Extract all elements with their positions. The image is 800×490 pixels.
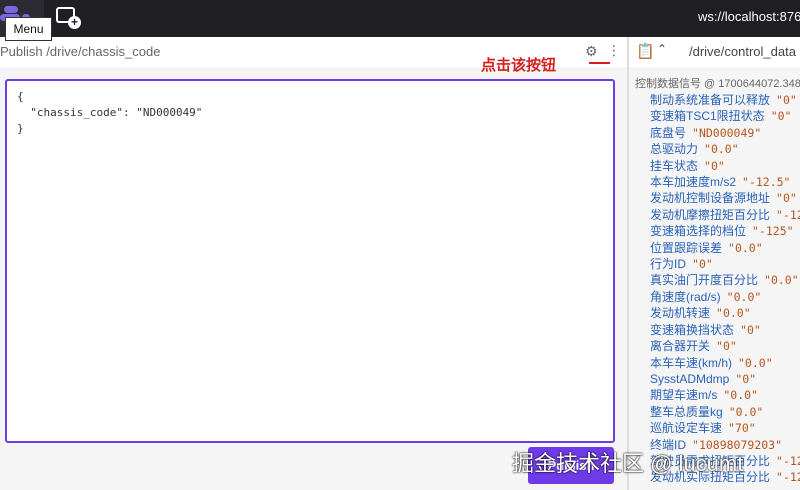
message-editor[interactable]: { "chassis_code": "ND000049" }	[5, 79, 615, 443]
connection-url: ws://localhost:876	[698, 9, 800, 24]
message-field-row: 真实油门开度百分比 "0.0"	[650, 272, 800, 288]
message-field-row: 发动机摩擦扭矩百分比 "-12	[650, 207, 800, 223]
field-value: "0"	[740, 322, 761, 337]
message-field-row: 挂车状态 "0"	[650, 158, 800, 174]
message-field-row: 变速箱换挡状态 "0"	[650, 322, 800, 338]
field-value: "0.0"	[716, 306, 751, 321]
field-value: "ND000049"	[692, 125, 762, 140]
message-field-row: 整车总质量kg "0.0"	[650, 404, 800, 420]
panel-header: Publish /drive/chassis_code 点击该按钮 ⚙ ⋮	[0, 37, 627, 74]
field-value: "70"	[728, 421, 756, 436]
panel-title: Publish /drive/chassis_code	[0, 44, 161, 59]
copy-clipboard-icon[interactable]: 📋	[636, 42, 655, 60]
top-bar: + ws://localhost:876	[0, 0, 800, 37]
field-value: "0"	[704, 158, 725, 173]
field-key: 整车总质量kg	[650, 404, 723, 419]
field-key: 发动机控制设备源地址	[650, 191, 771, 206]
message-field-row: 本车加速度m/s2 "-12.5"	[650, 174, 800, 190]
message-field-row: 角速度(rad/s) "0.0"	[650, 289, 800, 305]
more-options-icon[interactable]: ⋮	[607, 42, 621, 59]
field-key: 底盘号	[650, 125, 687, 140]
field-key: 离合器开关	[650, 339, 711, 354]
field-key: 真实油门开度百分比	[650, 273, 759, 288]
message-fields: 制动系统准备可以释放 "0" 变速箱TSC1限扭状态 "0" 底盘号 "ND000049"…	[650, 92, 800, 486]
field-value: "0.0"	[728, 404, 764, 419]
message-field-row: 位置跟踪误差 "0.0"	[650, 240, 800, 256]
field-key: 变速箱选择的档位	[650, 224, 747, 239]
field-key: 变速箱换挡状态	[650, 322, 735, 337]
field-key: 制动系统准备可以释放	[650, 93, 771, 107]
message-field-row: SysstADMdmp "0"	[650, 371, 800, 387]
field-key: 发动机转速	[650, 306, 711, 321]
field-key: 角速度(rad/s)	[650, 289, 721, 304]
field-value: "0"	[692, 257, 713, 272]
field-value: "0"	[716, 339, 737, 354]
logo-icon	[4, 6, 18, 13]
field-key: 挂车状态	[650, 158, 699, 173]
field-value: "-12	[776, 470, 800, 485]
field-value: "0.0"	[728, 240, 763, 255]
message-field-row: 总驱动力 "0.0"	[650, 141, 800, 157]
field-value: "-125"	[752, 224, 794, 239]
field-key: SysstADMdmp	[650, 371, 730, 386]
field-key: 本车车速(km/h)	[650, 355, 732, 370]
message-field-row: 本车车速(km/h) "0.0"	[650, 355, 800, 371]
annotation-text: 点击该按钮	[481, 57, 557, 74]
field-key: 发动机摩擦扭矩百分比	[650, 207, 771, 222]
field-key: 总驱动力	[650, 142, 699, 157]
publish-panel: Publish /drive/chassis_code 点击该按钮 ⚙ ⋮ { …	[0, 37, 627, 490]
field-key: 本车加速度m/s2	[650, 175, 737, 190]
message-field-row: 发动机转速 "0.0"	[650, 305, 800, 321]
field-value: "0"	[776, 93, 797, 107]
message-field-row: 变速箱选择的档位 "-125"	[650, 223, 800, 239]
message-field-row: 变速箱TSC1限扭状态 "0"	[650, 108, 800, 124]
message-field-row: 巡航设定车速 "70"	[650, 420, 800, 436]
field-value: "0"	[770, 109, 792, 124]
message-title: 控制数据信号 @ 1700644072.348	[635, 78, 800, 90]
field-value: "-12	[776, 207, 800, 222]
message-field-row: 行为ID "0"	[650, 256, 800, 272]
raw-messages-panel: 📋 ⌃ /drive/control_data 控制数据信号 @ 1700644…	[629, 37, 800, 490]
panel-header: 📋 ⌃ /drive/control_data	[629, 37, 800, 67]
menu-tooltip: Menu	[5, 17, 52, 41]
annotation-underline	[589, 62, 610, 64]
message-field-row: 期望车速m/s "0.0"	[650, 387, 800, 403]
message-field-row: 底盘号 "ND000049"	[650, 125, 800, 141]
collapse-icon[interactable]: ⌃	[657, 42, 667, 56]
field-value: "-12	[776, 453, 800, 468]
field-key: 位置跟踪误差	[650, 240, 723, 255]
topic-path[interactable]: /drive/control_data	[689, 44, 796, 59]
settings-gear-icon[interactable]: ⚙	[585, 43, 598, 60]
field-key: 变速箱TSC1限扭状态	[650, 109, 765, 124]
field-value: "0.0"	[723, 388, 758, 403]
field-value: "0.0"	[738, 355, 773, 370]
field-value: "0"	[776, 191, 797, 206]
field-key: 巡航设定车速	[650, 421, 723, 436]
field-key: 期望车速m/s	[650, 388, 718, 403]
message-field-row: 发动机控制设备源地址 "0"	[650, 190, 800, 206]
watermark: 掘金技术社区 @ lucumt	[512, 451, 744, 476]
new-window-icon[interactable]: +	[56, 7, 81, 29]
field-value: "0"	[735, 371, 757, 386]
field-value: "0.0"	[704, 142, 739, 157]
message-field-row: 离合器开关 "0"	[650, 338, 800, 354]
message-field-row: 制动系统准备可以释放 "0"	[650, 92, 800, 108]
field-value: "0.0"	[764, 273, 799, 288]
field-value: "0.0"	[726, 289, 762, 304]
field-key: 行为ID	[650, 257, 687, 272]
field-value: "-12.5"	[742, 175, 791, 190]
